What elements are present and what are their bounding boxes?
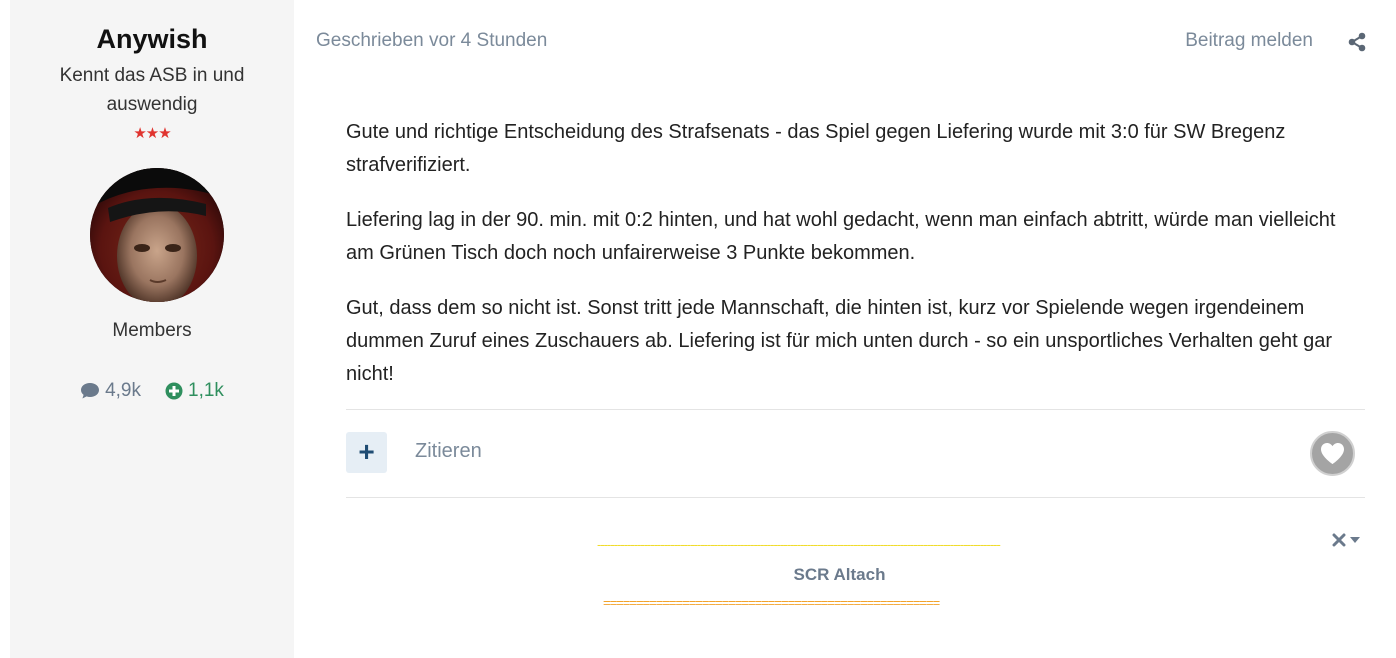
multiquote-button[interactable]: + xyxy=(346,432,387,473)
author-panel: Anywish Kennt das ASB in und auswendig ★… xyxy=(10,0,294,658)
actions-divider xyxy=(346,497,1365,498)
signature-title: SCR Altach xyxy=(793,565,886,584)
heart-icon xyxy=(1321,443,1344,464)
close-icon[interactable] xyxy=(1332,533,1346,547)
reputation-count: 1,1k xyxy=(165,380,224,402)
comment-icon xyxy=(81,383,100,399)
author-rank: Kennt das ASB in und auswendig xyxy=(59,65,245,115)
post-paragraph: Liefering lag in der 90. min. mit 0:2 hi… xyxy=(346,209,1336,264)
author-group: Members xyxy=(112,320,192,341)
caret-down-icon[interactable] xyxy=(1350,536,1360,544)
posts-count: 4,9k xyxy=(80,380,141,402)
avatar-image xyxy=(90,168,224,302)
content-divider xyxy=(346,409,1365,410)
post-paragraph: Gute und richtige Entscheidung des Straf… xyxy=(346,121,1286,176)
report-post-link[interactable]: Beitrag melden xyxy=(1185,30,1313,52)
avatar[interactable] xyxy=(90,168,224,302)
signature-options[interactable] xyxy=(1332,533,1360,547)
rank-stars: ★★★ xyxy=(133,125,171,142)
like-button[interactable] xyxy=(1310,431,1355,476)
posts-count-value: 4,9k xyxy=(105,380,141,401)
left-gutter xyxy=(0,0,10,658)
signature-top-line: ----------------------------------------… xyxy=(597,538,1001,552)
post-content: Gute und richtige Entscheidung des Straf… xyxy=(346,116,1351,413)
author-stats: 4,9k 1,1k xyxy=(10,380,294,402)
plus-circle-icon xyxy=(165,382,183,400)
quote-button[interactable]: Zitieren xyxy=(415,440,482,463)
post-paragraph: Gut, dass dem so nicht ist. Sonst tritt … xyxy=(346,297,1333,385)
reputation-value: 1,1k xyxy=(188,380,224,401)
post-timestamp[interactable]: Geschrieben vor 4 Stunden xyxy=(316,30,547,52)
author-name[interactable]: Anywish xyxy=(10,24,294,55)
signature-bottom-line: ========================================… xyxy=(603,596,940,610)
share-icon[interactable] xyxy=(1347,32,1367,52)
